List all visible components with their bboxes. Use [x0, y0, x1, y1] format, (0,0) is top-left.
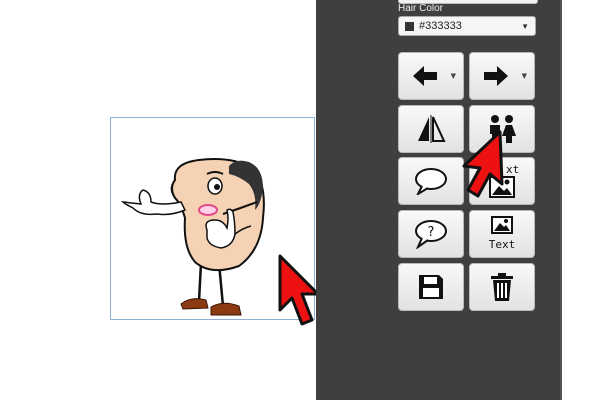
image-text-label: Text: [488, 238, 516, 251]
cursor-arrow-icon: [462, 130, 504, 198]
floppy-disk-icon: [419, 275, 443, 299]
question-bubble-icon: ?: [415, 220, 447, 249]
hair-color-swatch: [405, 22, 414, 31]
question-bubble-button[interactable]: ?: [398, 210, 464, 258]
chevron-down-icon: ▼: [521, 22, 529, 31]
flip-horizontal-icon: [418, 115, 446, 143]
speech-bubble-button[interactable]: [398, 157, 464, 205]
speech-bubble-icon: [415, 168, 447, 195]
flip-button[interactable]: [398, 105, 464, 153]
delete-button[interactable]: [469, 263, 535, 311]
image-icon: [491, 215, 513, 234]
redo-button[interactable]: ▼: [469, 52, 535, 100]
arrow-left-icon: [412, 66, 437, 86]
image-text-button[interactable]: Text: [469, 210, 535, 258]
dropdown-caret-icon[interactable]: ▼: [451, 72, 456, 80]
svg-text:?: ?: [428, 225, 435, 240]
save-button[interactable]: [398, 263, 464, 311]
page-margin: [562, 0, 600, 400]
hair-color-select[interactable]: #333333 ▼: [398, 16, 536, 36]
hair-color-label: Hair Color: [398, 3, 444, 14]
dropdown-caret-icon[interactable]: ▼: [522, 72, 527, 80]
arrow-right-icon: [483, 66, 508, 86]
undo-button[interactable]: ▼: [398, 52, 464, 100]
canvas-area[interactable]: [0, 0, 320, 400]
trash-icon: [491, 273, 513, 301]
hair-color-value: #333333: [419, 20, 462, 32]
